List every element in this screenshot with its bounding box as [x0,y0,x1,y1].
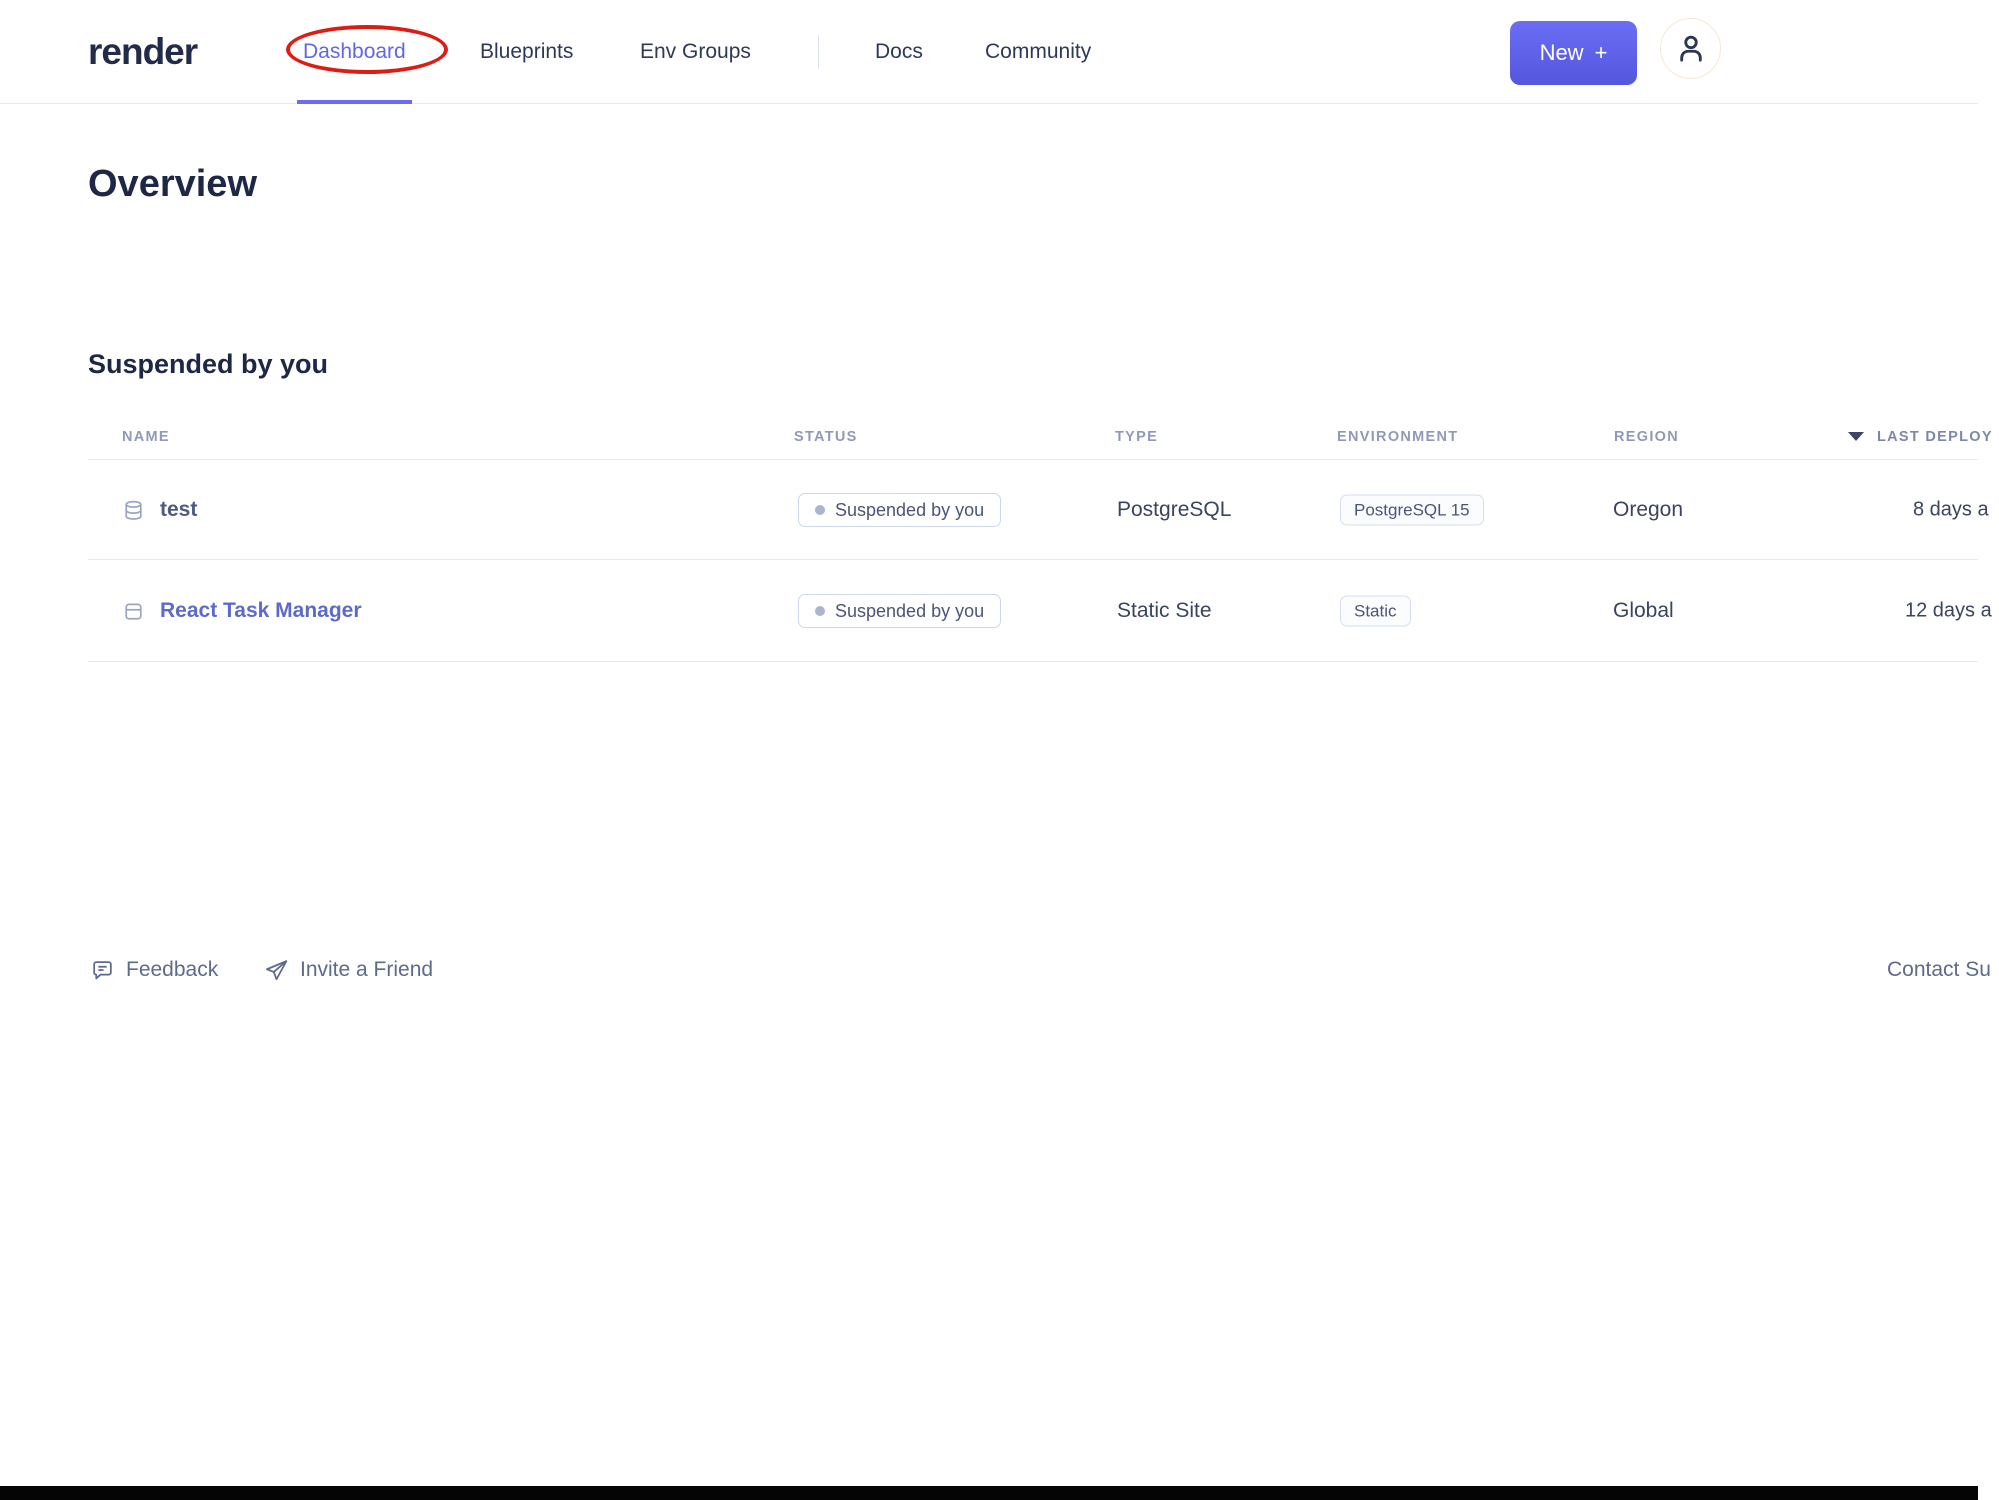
environment-badge: Static [1340,595,1411,627]
services-table: NAME STATUS TYPE ENVIRONMENT REGION LAST… [88,413,1999,662]
nav-link-docs[interactable]: Docs [875,0,923,103]
status-dot-icon [815,505,825,515]
cell-status: Suspended by you [798,594,1002,628]
invite-a-friend-link[interactable]: Invite a Friend [264,946,433,994]
static-site-icon [122,600,145,623]
render-logo[interactable]: render [88,0,198,103]
page-title: Overview [88,163,257,205]
account-menu-button[interactable] [1660,18,1721,79]
service-name-link[interactable]: React Task Manager [160,599,362,623]
sort-desc-icon [1848,432,1864,441]
column-header-region[interactable]: REGION [1614,413,1679,460]
service-name-link[interactable]: test [160,498,197,522]
nav-link-community[interactable]: Community [985,0,1091,103]
section-title-suspended: Suspended by you [88,349,329,379]
nav-tab-dashboard-label: Dashboard [303,39,406,63]
cell-environment: Static [1340,595,1411,627]
database-icon [122,499,145,522]
cell-name: React Task Manager [122,599,362,623]
cell-type: PostgreSQL [1117,498,1232,521]
invite-label: Invite a Friend [300,958,434,981]
table-header-row: NAME STATUS TYPE ENVIRONMENT REGION LAST… [88,413,1999,460]
cell-status: Suspended by you [798,493,1002,527]
column-header-status[interactable]: STATUS [794,413,858,460]
status-badge: Suspended by you [798,493,1002,527]
top-navbar: render Dashboard Blueprints Env Groups D… [0,0,1999,104]
nav-tab-env-groups-label: Env Groups [640,39,751,63]
nav-divider [818,35,819,69]
cell-environment: PostgreSQL 15 [1340,494,1484,526]
column-header-environment[interactable]: ENVIRONMENT [1337,413,1458,460]
status-badge: Suspended by you [798,594,1002,628]
paper-plane-icon [264,958,289,983]
nav-link-docs-label: Docs [875,39,923,63]
contact-support-link[interactable]: Contact Su [1887,946,1991,994]
cell-type: Static Site [1117,599,1212,622]
column-header-name[interactable]: NAME [122,413,170,460]
nav-tab-blueprints-label: Blueprints [480,39,574,63]
feedback-link[interactable]: Feedback [90,946,218,994]
cell-last-deploy: 12 days a [1905,599,1992,622]
new-button-label: New [1539,40,1584,65]
feedback-bubble-icon [90,958,115,983]
cell-region: Global [1613,599,1674,622]
environment-badge: PostgreSQL 15 [1340,494,1484,526]
nav-tab-env-groups[interactable]: Env Groups [640,0,751,103]
user-icon [1673,31,1709,67]
column-header-last-deploy[interactable]: LAST DEPLOY [1848,413,1993,460]
feedback-label: Feedback [126,958,219,981]
plus-icon: + [1594,40,1608,65]
active-tab-underline [297,100,412,104]
table-bottom-divider [88,661,1978,662]
column-header-type[interactable]: TYPE [1115,413,1158,460]
cell-region: Oregon [1613,498,1684,521]
new-button[interactable]: New + [1510,21,1637,85]
nav-tab-dashboard[interactable]: Dashboard [297,0,412,104]
cell-name: test [122,498,197,522]
nav-tab-blueprints[interactable]: Blueprints [480,0,573,103]
bottom-bar [0,1486,1978,1500]
page-footer: Feedback Invite a Friend Contact Su [88,946,1999,994]
table-row-react-task-manager[interactable]: React Task Manager Suspended by you Stat… [88,560,1999,662]
table-row-test[interactable]: test Suspended by you PostgreSQL Postgre… [88,460,1999,560]
nav-link-community-label: Community [985,39,1092,63]
cell-last-deploy: 8 days a [1913,498,1989,521]
contact-label: Contact Su [1887,958,1991,981]
status-dot-icon [815,606,825,616]
